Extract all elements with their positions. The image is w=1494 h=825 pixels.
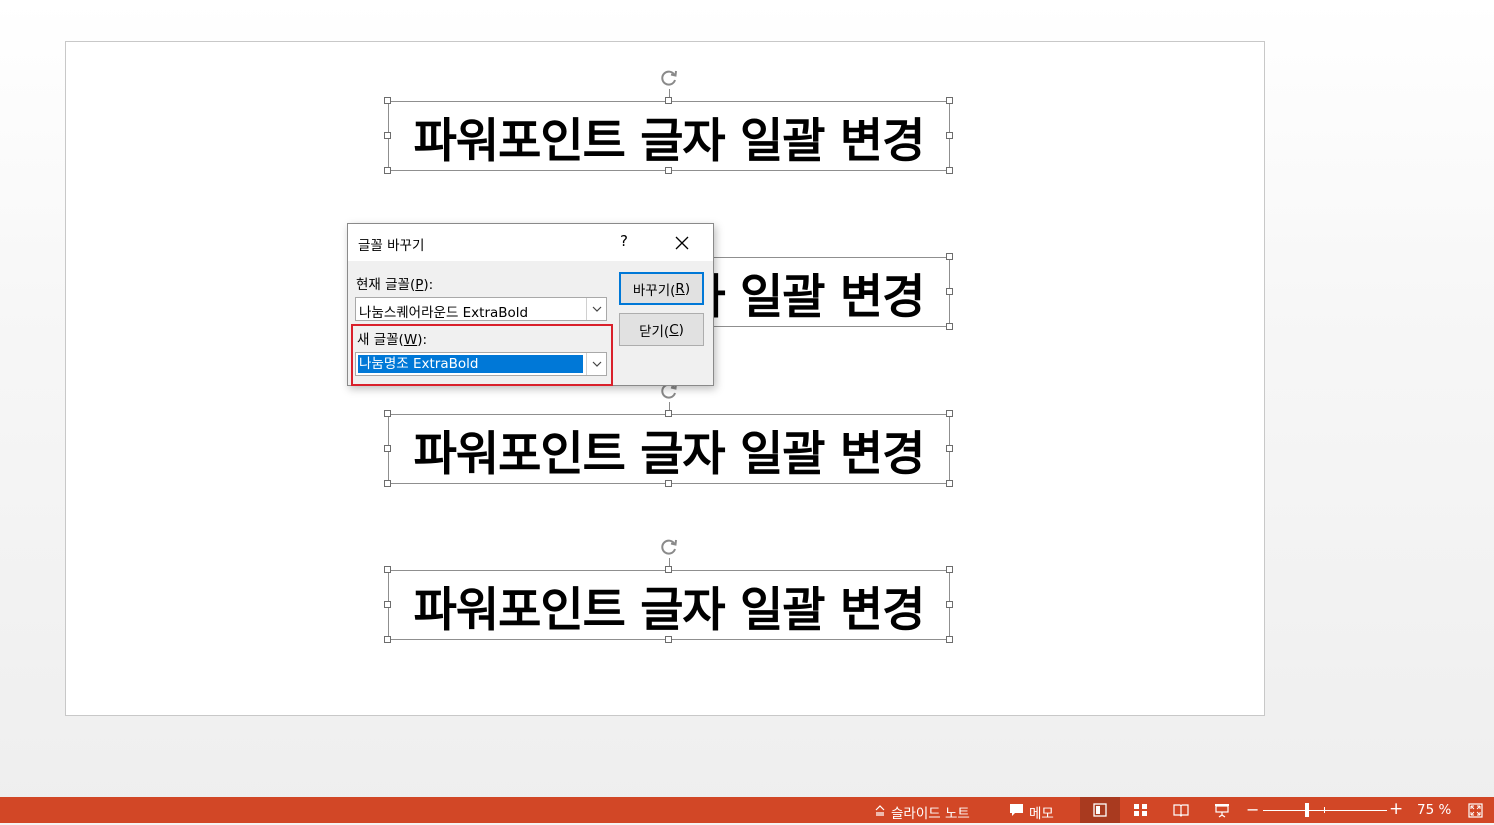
resize-handle[interactable]: [946, 445, 953, 452]
resize-handle[interactable]: [384, 636, 391, 643]
zoom-level[interactable]: 75 %: [1417, 802, 1451, 818]
help-button[interactable]: ?: [620, 232, 628, 250]
current-font-label: 현재 글꼴(P):: [356, 277, 434, 293]
zoom-slider-thumb[interactable]: [1305, 803, 1309, 817]
new-font-value[interactable]: 나눔명조 ExtraBold: [358, 355, 583, 373]
current-font-select[interactable]: 나눔스퀘어라운드 ExtraBold: [355, 297, 607, 321]
current-font-value: 나눔스퀘어라운드 ExtraBold: [359, 305, 529, 321]
resize-handle[interactable]: [384, 480, 391, 487]
resize-handle[interactable]: [946, 97, 953, 104]
zoom-in-button[interactable]: +: [1389, 799, 1403, 819]
resize-handle[interactable]: [665, 480, 672, 487]
slide-sorter-icon[interactable]: [1133, 803, 1148, 817]
resize-handle[interactable]: [946, 480, 953, 487]
comment-icon: [1009, 803, 1024, 821]
rotate-handle-stem: [669, 558, 670, 566]
notes-icon: [874, 804, 886, 820]
dialog-title: 글꼴 바꾸기: [358, 238, 425, 254]
resize-handle[interactable]: [665, 97, 672, 104]
close-button[interactable]: 닫기(C): [619, 313, 704, 346]
chevron-down-icon[interactable]: [586, 353, 606, 375]
zoom-out-button[interactable]: −: [1246, 800, 1259, 819]
comments-button[interactable]: 메모: [1009, 802, 1054, 822]
normal-view-icon[interactable]: [1093, 803, 1107, 817]
chevron-down-icon[interactable]: [586, 298, 606, 320]
resize-handle[interactable]: [384, 410, 391, 417]
dialog-titlebar[interactable]: 글꼴 바꾸기 ?: [348, 224, 713, 261]
resize-handle[interactable]: [946, 601, 953, 608]
resize-handle[interactable]: [946, 288, 953, 295]
rotate-handle-icon[interactable]: [658, 67, 680, 89]
resize-handle[interactable]: [384, 97, 391, 104]
rotate-handle-icon[interactable]: [658, 536, 680, 558]
resize-handle[interactable]: [946, 566, 953, 573]
resize-handle[interactable]: [665, 167, 672, 174]
rotate-handle-stem: [669, 89, 670, 97]
close-icon[interactable]: [670, 231, 694, 255]
new-font-label: 새 글꼴(W):: [357, 332, 428, 348]
textbox-text[interactable]: 파워포인트 글자 일괄 변경: [414, 102, 926, 171]
resize-handle[interactable]: [946, 323, 953, 330]
notes-label: 슬라이드 노트: [891, 806, 970, 822]
notes-button[interactable]: 슬라이드 노트: [874, 802, 970, 822]
fit-to-window-icon[interactable]: [1468, 803, 1483, 818]
replace-button[interactable]: 바꾸기(R): [619, 272, 704, 305]
textbox-text[interactable]: 파워포인트 글자 일괄 변경: [414, 571, 926, 640]
comments-label: 메모: [1029, 806, 1054, 822]
slide-textbox-4[interactable]: 파워포인트 글자 일괄 변경: [388, 570, 950, 640]
rotate-handle-stem: [669, 402, 670, 410]
resize-handle[interactable]: [946, 167, 953, 174]
resize-handle[interactable]: [384, 601, 391, 608]
resize-handle[interactable]: [946, 132, 953, 139]
slide-textbox-1[interactable]: 파워포인트 글자 일괄 변경: [388, 101, 950, 171]
resize-handle[interactable]: [384, 445, 391, 452]
slide-textbox-3[interactable]: 파워포인트 글자 일괄 변경: [388, 414, 950, 484]
textbox-text[interactable]: 파워포인트 글자 일괄 변경: [414, 415, 926, 484]
status-bar: 슬라이드 노트 메모 − + 75 %: [0, 797, 1494, 825]
new-font-select[interactable]: 나눔명조 ExtraBold: [355, 352, 607, 376]
resize-handle[interactable]: [946, 253, 953, 260]
resize-handle[interactable]: [384, 566, 391, 573]
resize-handle[interactable]: [665, 636, 672, 643]
resize-handle[interactable]: [384, 132, 391, 139]
zoom-slider-center-tick: [1324, 807, 1325, 813]
reading-view-icon[interactable]: [1173, 803, 1189, 817]
resize-handle[interactable]: [665, 410, 672, 417]
resize-handle[interactable]: [665, 566, 672, 573]
zoom-slider[interactable]: [1263, 810, 1387, 811]
slideshow-icon[interactable]: [1214, 803, 1230, 818]
resize-handle[interactable]: [384, 167, 391, 174]
resize-handle[interactable]: [946, 636, 953, 643]
resize-handle[interactable]: [946, 410, 953, 417]
replace-fonts-dialog: 글꼴 바꾸기 ? 현재 글꼴(P): 나눔스퀘어라운드 ExtraBold 새 …: [347, 223, 714, 386]
